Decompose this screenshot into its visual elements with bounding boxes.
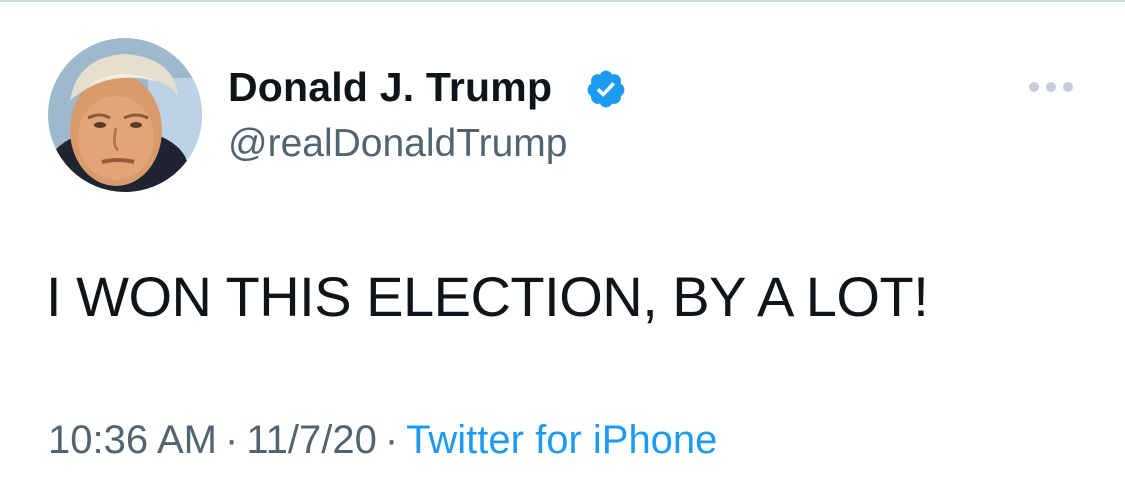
more-options-icon[interactable] bbox=[1028, 76, 1074, 98]
tweet-date[interactable]: 11/7/20 bbox=[246, 418, 377, 462]
tweet-meta: 10:36 AM · 11/7/20 · Twitter for iPhone bbox=[48, 418, 717, 463]
verified-badge-icon bbox=[587, 70, 625, 108]
tweet-text: I WON THIS ELECTION, BY A LOT! bbox=[46, 265, 929, 328]
tweet-source-link[interactable]: Twitter for iPhone bbox=[406, 418, 717, 462]
avatar-image bbox=[48, 38, 202, 192]
author-display-name[interactable]: Donald J. Trump bbox=[228, 64, 552, 111]
author-avatar[interactable] bbox=[48, 38, 202, 192]
tweet-time[interactable]: 10:36 AM bbox=[48, 418, 217, 462]
top-divider bbox=[0, 0, 1125, 2]
author-handle[interactable]: @realDonaldTrump bbox=[228, 122, 567, 166]
meta-separator: · bbox=[225, 418, 239, 462]
meta-separator: · bbox=[384, 418, 399, 462]
